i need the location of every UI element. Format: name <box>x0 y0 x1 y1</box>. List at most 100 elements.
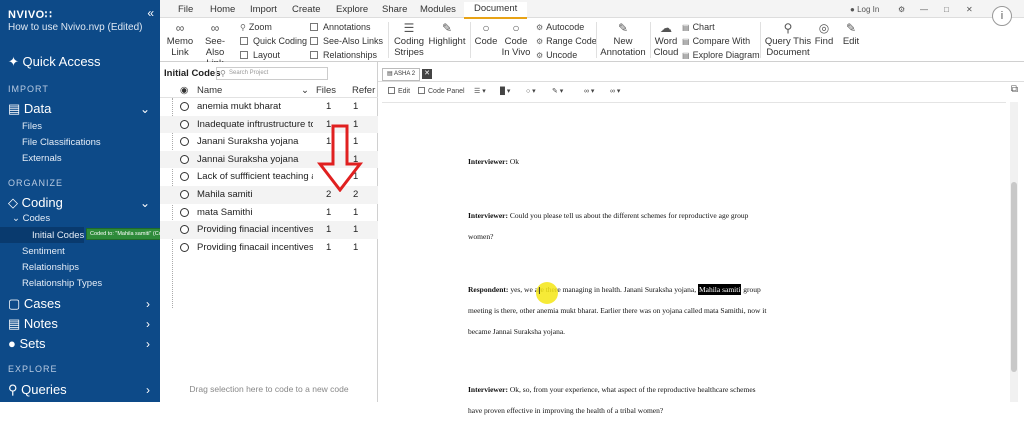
column-name-header[interactable]: Name <box>197 85 222 96</box>
settings-icon[interactable]: ⚙ <box>898 5 905 14</box>
compare-icon: ▤ <box>682 37 690 46</box>
more-dropdown-icon[interactable]: ∞ ▾ <box>610 87 620 95</box>
annotations-checkbox[interactable]: Annotations <box>310 22 371 32</box>
checkbox-icon <box>418 87 425 94</box>
login-link[interactable]: ● Log In <box>850 5 879 14</box>
pen-dropdown-icon[interactable]: ✎ ▾ <box>552 87 563 95</box>
close-tab-icon[interactable]: ✕ <box>422 69 432 79</box>
coding-stripes-button[interactable]: ☰ Coding Stripes <box>392 20 426 58</box>
minimize-icon[interactable]: — <box>920 5 928 14</box>
list-dropdown-icon[interactable]: ☰ ▾ <box>474 87 486 95</box>
relationships-checkbox[interactable]: Relationships <box>310 50 377 60</box>
document-page[interactable]: Interviewer: Ok Interviewer: Could you p… <box>382 102 1006 415</box>
edit-checkbox[interactable]: Edit <box>388 87 410 95</box>
see-also-links-checkbox[interactable]: See-Also Links <box>310 36 383 46</box>
search-icon: ⚲ <box>8 382 18 397</box>
sidebar-group-coding[interactable]: ◇ Coding <box>8 195 63 211</box>
new-annotation-button[interactable]: ✎ New Annotation <box>598 20 648 58</box>
ribbon-separator <box>760 22 761 58</box>
pin-icon: ✦ <box>8 54 19 69</box>
query-this-document-button[interactable]: ⚲ Query This Document <box>764 20 812 58</box>
sidebar-item-initial-codes[interactable]: Initial Codes <box>32 230 84 241</box>
code-row[interactable]: mata Samithi 1 1 <box>160 204 378 222</box>
diagram-icon: ▤ <box>682 51 690 60</box>
circle-dropdown-icon[interactable]: ○ ▾ <box>526 87 536 95</box>
tab-import[interactable]: Import <box>250 4 277 15</box>
close-icon[interactable]: ✕ <box>966 5 973 14</box>
sidebar-item-sentiment[interactable]: Sentiment <box>22 246 65 257</box>
info-button[interactable]: i <box>992 6 1012 26</box>
code-row[interactable]: anemia mukt bharat 1 1 <box>160 98 378 116</box>
word-cloud-button[interactable]: ☁ Word Cloud <box>652 20 680 58</box>
zoom-button[interactable]: ⚲ Zoom <box>240 22 272 32</box>
code-in-vivo-button[interactable]: ○ Code In Vivo <box>500 20 532 58</box>
code-row[interactable]: Providing finacial incentives fo 1 1 <box>160 221 378 239</box>
collapse-sidebar-icon[interactable]: « <box>147 6 154 20</box>
memo-link-button[interactable]: ∞ Memo Link <box>164 20 196 58</box>
code-node-icon <box>180 190 189 199</box>
sidebar-item-externals[interactable]: Externals <box>22 153 62 164</box>
red-arrow-annotation <box>316 124 364 192</box>
tab-create[interactable]: Create <box>292 4 321 15</box>
sidebar-item-file-classifications[interactable]: File Classifications <box>22 137 101 148</box>
scrollbar-thumb[interactable] <box>1011 182 1017 372</box>
document-scrollbar[interactable] <box>1010 102 1018 402</box>
column-files-header[interactable]: Files <box>316 85 336 96</box>
sidebar-item-files[interactable]: Files <box>22 121 42 132</box>
sidebar-item-relationships[interactable]: Relationships <box>22 262 79 273</box>
compare-with-button[interactable]: ▤ Compare With <box>682 36 750 46</box>
quick-coding-checkbox[interactable]: Quick Coding <box>240 36 307 46</box>
document-tab[interactable]: ▤ ASHA 2 <box>382 68 421 81</box>
code-refs-count: 1 <box>353 101 359 112</box>
tab-file[interactable]: File <box>178 4 193 15</box>
tab-modules[interactable]: Modules <box>420 4 456 15</box>
chevron-down-icon[interactable]: ⌄ <box>140 102 150 116</box>
code-node-icon <box>180 225 189 235</box>
code-name: Janani Suraksha yojana <box>197 136 299 148</box>
stripes-dropdown-icon[interactable]: █ ▾ <box>500 87 510 95</box>
tab-document[interactable]: Document <box>464 2 528 19</box>
link-dropdown-icon[interactable]: ∞ ▾ <box>584 87 594 95</box>
tab-home[interactable]: Home <box>210 4 235 15</box>
sort-icon[interactable]: ⌄ <box>301 85 309 96</box>
find-button[interactable]: ◎ Find <box>812 20 836 47</box>
autocode-button[interactable]: ⚙ Autocode <box>536 22 584 32</box>
quick-access-item[interactable]: ✦ Quick Access <box>8 54 101 70</box>
sidebar-group-data[interactable]: ▤ Data <box>8 101 51 117</box>
ribbon: File Home Import Create Explore Share Mo… <box>160 0 1024 69</box>
column-refs-header[interactable]: Refer <box>352 85 375 96</box>
sidebar-group-queries[interactable]: ⚲ Queries <box>8 382 67 398</box>
explore-diagram-button[interactable]: ▤ Explore Diagram <box>682 50 760 60</box>
chevron-right-icon[interactable]: › <box>146 297 150 311</box>
chevron-right-icon[interactable]: › <box>146 317 150 331</box>
sidebar-item-relationship-types[interactable]: Relationship Types <box>22 278 102 289</box>
tab-explore[interactable]: Explore <box>336 4 368 15</box>
code-button[interactable]: ○ Code <box>472 20 500 47</box>
coded-text-selection[interactable]: Mahila samiti <box>697 284 742 295</box>
layout-checkbox[interactable]: Layout <box>240 50 280 60</box>
restore-window-icon[interactable]: ⧉ <box>1011 84 1018 95</box>
sidebar-group-notes[interactable]: ▤ Notes <box>8 316 58 332</box>
code-row[interactable]: Providing finacail incentives to 1 1 <box>160 239 378 257</box>
tab-share[interactable]: Share <box>382 4 407 15</box>
code-panel-checkbox[interactable]: Code Panel <box>418 87 465 95</box>
code-files-count: 1 <box>326 241 332 253</box>
sidebar-group-cases[interactable]: ▢ Cases <box>8 296 61 312</box>
chevron-right-icon[interactable]: › <box>146 383 150 397</box>
highlight-button[interactable]: ✎ Highlight <box>428 20 466 47</box>
maximize-icon[interactable]: □ <box>944 5 949 14</box>
edit-button[interactable]: ✎ Edit <box>840 20 862 47</box>
code-icon: ○ <box>482 21 490 35</box>
document-icon: ▤ <box>387 71 395 77</box>
sidebar-item-codes[interactable]: ⌄ Codes <box>12 213 50 224</box>
range-code-button[interactable]: ⚙ Range Code <box>536 36 597 46</box>
ribbon-separator <box>650 22 651 58</box>
checkbox-icon <box>240 51 248 59</box>
transcript-paragraph[interactable]: Respondent: yes, we are there managing i… <box>468 279 768 342</box>
chart-button[interactable]: ▤ Chart <box>682 22 715 32</box>
sidebar-group-sets[interactable]: ● Sets <box>8 336 46 351</box>
uncode-button[interactable]: ⚙ Uncode <box>536 50 577 60</box>
chevron-right-icon[interactable]: › <box>146 337 150 351</box>
search-project-input[interactable]: ⚲ Search Project <box>216 67 328 80</box>
chevron-down-icon[interactable]: ⌄ <box>140 196 150 210</box>
